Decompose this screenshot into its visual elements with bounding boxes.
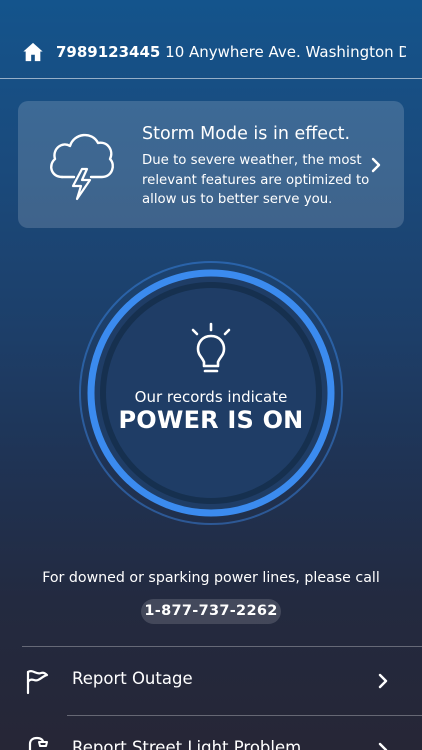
account-number: 7989123445: [56, 43, 161, 61]
account-line: 7989123445 10 Anywhere Ave. Washington D…: [56, 42, 406, 62]
storm-mode-description: Due to severe weather, the most relevant…: [142, 153, 370, 207]
storm-cloud-icon: [50, 133, 114, 201]
home-icon: [23, 42, 43, 62]
street-light-icon: [28, 736, 48, 750]
menu-item-label: Report Outage: [72, 669, 193, 688]
power-status-text: POWER IS ON: [118, 406, 304, 434]
chevron-right-icon: [378, 742, 388, 750]
storm-mode-card[interactable]: Storm Mode is in effect. Due to severe w…: [18, 101, 404, 228]
flag-icon: [26, 670, 49, 695]
report-street-light-item[interactable]: Report Street Light Problem: [0, 716, 422, 750]
storm-mode-title: Storm Mode is in effect.: [142, 124, 351, 144]
chevron-right-icon: [371, 157, 381, 173]
chevron-right-icon: [378, 673, 388, 689]
downed-lines-notice: For downed or sparking power lines, plea…: [42, 570, 380, 586]
report-outage-item[interactable]: Report Outage: [0, 647, 422, 715]
emergency-phone-button[interactable]: 1-877-737-2262: [141, 599, 281, 624]
account-header[interactable]: 7989123445 10 Anywhere Ave. Washington D…: [0, 0, 422, 79]
lightbulb-icon: [191, 322, 231, 373]
menu-item-label: Report Street Light Problem: [72, 738, 302, 750]
service-address: 10 Anywhere Ave. Washington DC..: [165, 43, 406, 61]
